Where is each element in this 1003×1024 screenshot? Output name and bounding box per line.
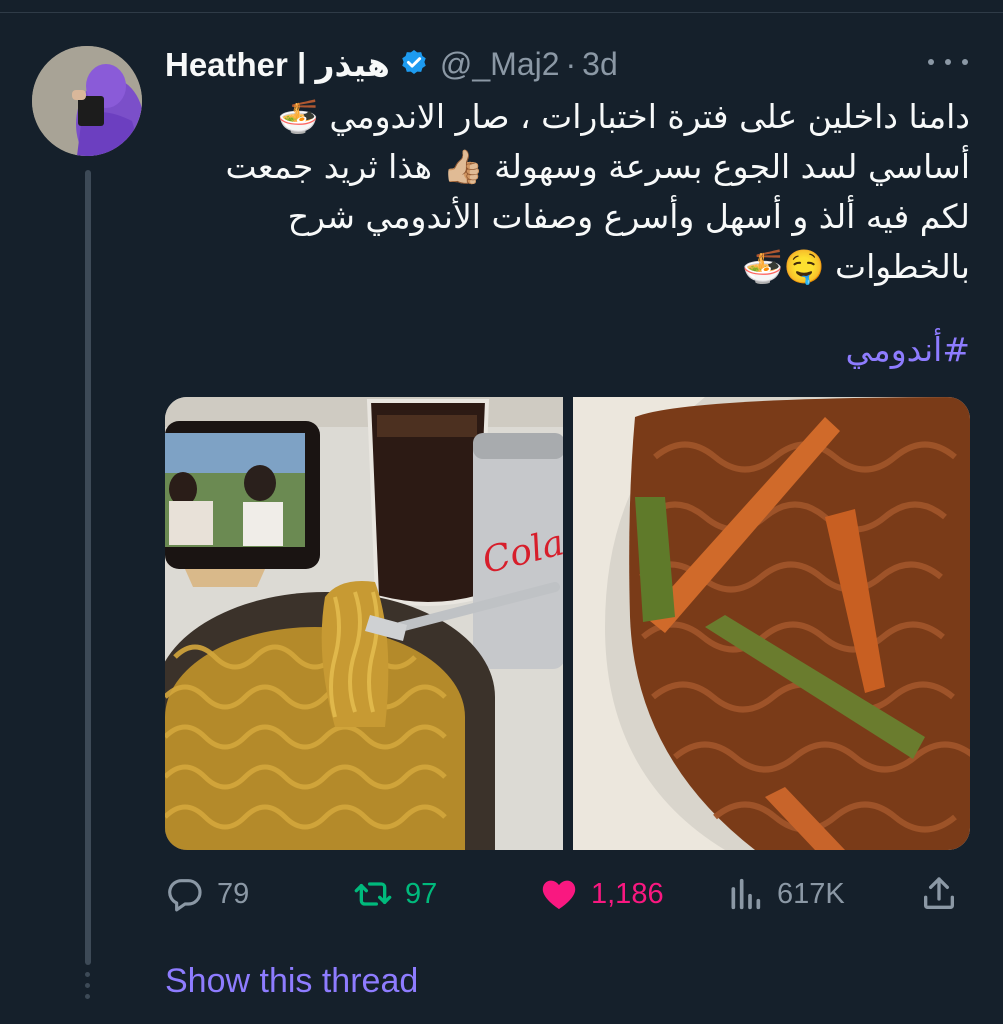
reply-count: 79 [217, 877, 250, 910]
tweet-header: Heather | هيذر @_Maj2 · 3d [165, 42, 618, 86]
reply-button[interactable]: 79 [165, 868, 249, 920]
author-name[interactable]: Heather | هيذر [165, 45, 390, 84]
share-button[interactable] [919, 868, 959, 920]
retweet-button[interactable]: 97 [353, 868, 437, 920]
views-count: 617K [777, 877, 845, 910]
tweet-media: Cola [165, 397, 970, 850]
tweet-text-line: دامنا داخلين على فترة اختبارات ، صار الا… [277, 97, 970, 136]
tweet-text: دامنا داخلين على فترة اختبارات ، صار الا… [200, 92, 970, 292]
tweet-text-line: أساسي لسد الجوع بسرعة وسهولة 👍🏼 هذا ثريد… [225, 147, 970, 186]
retweet-count: 97 [405, 877, 438, 910]
show-thread-link[interactable]: Show this thread [165, 962, 418, 1001]
reply-icon [168, 879, 202, 912]
tweet-text-line: بالخطوات 🤤🍜 [742, 247, 970, 286]
views-icon [731, 878, 761, 910]
hashtag-link[interactable]: #أندومي [760, 330, 970, 369]
share-icon [924, 877, 954, 909]
like-count: 1,186 [591, 877, 664, 910]
separator-dot: · [565, 45, 577, 82]
media-photo-left[interactable]: Cola [165, 397, 568, 850]
author-handle[interactable]: @_Maj2 [440, 46, 560, 83]
tweet-actions: 79 97 1,186 617K [165, 868, 970, 920]
thread-connector-dots [85, 972, 91, 1002]
tweet-timestamp[interactable]: 3d [582, 46, 618, 83]
tweet-text-line: لكم فيه ألذ و أسهل وأسرع وصفات الأندومي … [287, 197, 970, 236]
more-options-icon[interactable] [928, 50, 968, 74]
avatar-image [32, 46, 142, 156]
media-photo-right[interactable] [573, 397, 970, 850]
top-divider [0, 12, 1003, 13]
views-button[interactable]: 617K [725, 868, 845, 920]
thread-connector-line [85, 170, 91, 965]
verified-badge-icon [402, 50, 426, 74]
like-button[interactable]: 1,186 [539, 868, 664, 920]
avatar[interactable] [32, 46, 142, 156]
retweet-icon [354, 882, 392, 906]
heart-icon [542, 880, 576, 909]
